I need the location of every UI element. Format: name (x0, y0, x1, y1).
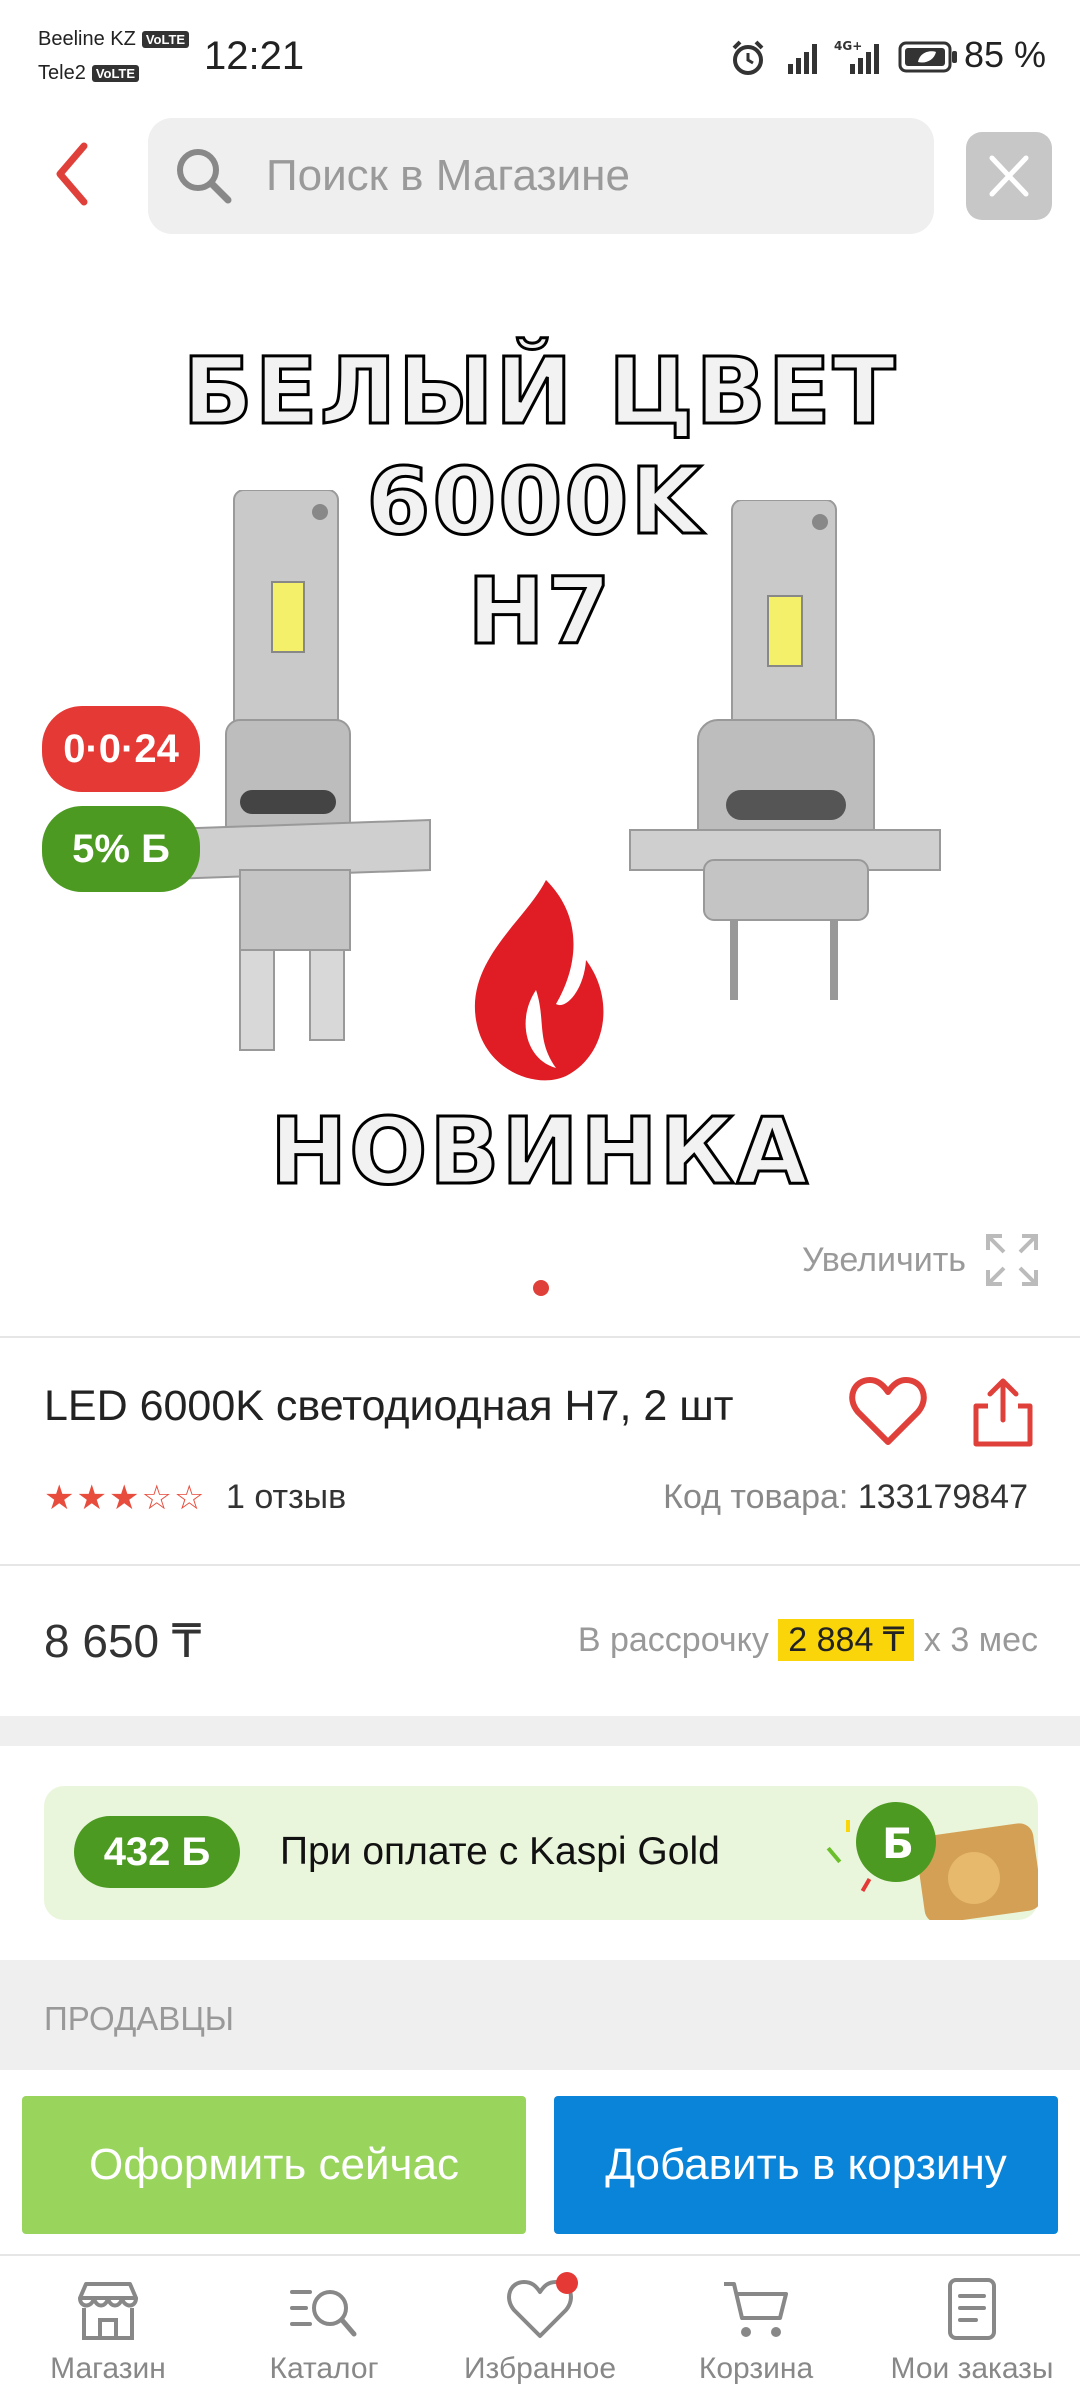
search-input[interactable] (266, 146, 886, 206)
kaspi-gold-card-icon: Б (826, 1802, 1038, 1920)
nav-favorites[interactable]: Избранное (432, 2256, 648, 2400)
checkout-now-button[interactable]: Оформить сейчас (22, 2096, 526, 2234)
bottom-navigation: Магазин Каталог Избранное Корзина Мои за… (0, 2254, 1080, 2400)
installment-info[interactable]: В рассрочку 2 884 ₸ x 3 мес (577, 1619, 1038, 1661)
store-icon (78, 2282, 138, 2340)
nav-label: Магазин (50, 2352, 166, 2385)
carousel-indicator (533, 1280, 549, 1296)
alarm-icon (732, 40, 764, 75)
product-price: 8 650 ₸ (44, 1615, 202, 1667)
carrier-2: Tele2 VoLTE (38, 62, 140, 85)
bonus-amount-badge: 432 Б (74, 1816, 240, 1888)
kaspi-gold-bonus-banner[interactable]: 432 Б При оплате с Kaspi Gold Б (44, 1786, 1038, 1920)
image-text-new: НОВИНКА (269, 1097, 810, 1207)
notification-dot (556, 2272, 578, 2294)
back-arrow-icon[interactable] (44, 134, 114, 214)
star-outline-icon: ☆ (141, 1479, 172, 1517)
favorite-heart-icon[interactable] (848, 1376, 928, 1448)
battery-icon (898, 41, 957, 73)
kaspi-gold-text: При оплате с Kaspi Gold (280, 1830, 720, 1873)
signal-icon (788, 44, 817, 74)
signal-4g-icon: 4G+ (834, 39, 879, 74)
star-icon: ★ (44, 1479, 75, 1517)
installment-prefix: В рассрочку (577, 1621, 769, 1659)
nav-label: Мои заказы (890, 2352, 1054, 2385)
nav-store[interactable]: Магазин (0, 2256, 216, 2400)
installment-term: x 3 мес (923, 1621, 1038, 1659)
flame-icon (474, 880, 604, 1081)
star-outline-icon: ☆ (173, 1479, 205, 1517)
divider (0, 1336, 1080, 1338)
star-icon: ★ (76, 1479, 107, 1517)
status-bar: Beeline KZ VoLTE Tele2 VoLTE 12:21 4G+ 85 … (0, 0, 1080, 118)
nav-label: Корзина (698, 2352, 814, 2385)
cart-icon (724, 2282, 788, 2337)
product-title: LED 6000K светодиодная H7, 2 шт (44, 1382, 734, 1430)
divider (0, 1564, 1080, 1566)
search-bar[interactable] (148, 118, 934, 234)
search-icon (177, 149, 232, 204)
close-icon (989, 155, 1029, 197)
battery-level: 85 % (963, 34, 1046, 75)
svg-text:Б: Б (882, 1819, 914, 1868)
installment-badge: 0·0·24 (42, 706, 200, 792)
installment-amount: 2 884 ₸ (778, 1619, 915, 1661)
sellers-heading: ПРОДАВЦЫ (44, 2000, 234, 2037)
nav-cart[interactable]: Корзина (648, 2256, 864, 2400)
nav-orders[interactable]: Мои заказы (864, 2256, 1080, 2400)
expand-icon (986, 1234, 1038, 1286)
product-image[interactable]: БЕЛЫЙ ЦВЕТ 6000K H7 НОВИНКА 0·0·24 5% Б (0, 260, 1080, 1260)
rating-stars: ★ ★ ★ ☆ ☆ (44, 1478, 204, 1518)
add-to-cart-button[interactable]: Добавить в корзину (554, 2096, 1058, 2234)
orders-icon (948, 2278, 996, 2340)
nav-label: Каталог (269, 2352, 379, 2385)
share-icon[interactable] (970, 1376, 1036, 1448)
product-code-label: Код товара: (663, 1478, 849, 1516)
product-code-value: 133179847 (857, 1478, 1028, 1516)
image-text-line1: БЕЛЫЙ ЦВЕТ (181, 337, 898, 447)
nav-catalog[interactable]: Каталог (216, 2256, 432, 2400)
clear-search-button[interactable] (966, 132, 1052, 220)
zoom-label: Увеличить (802, 1240, 966, 1279)
bonus-badge: 5% Б (42, 806, 200, 892)
network-label: 4G+ (834, 39, 862, 53)
status-time: 12:21 (204, 34, 305, 78)
catalog-search-icon (290, 2290, 357, 2337)
nav-label: Избранное (463, 2352, 617, 2385)
product-code: Код товара: 133179847 (663, 1478, 1028, 1517)
section-separator (0, 1716, 1080, 1746)
zoom-button[interactable]: Увеличить (802, 1232, 1040, 1288)
carrier-1: Beeline KZ VoLTE (38, 28, 190, 51)
reviews-link[interactable]: 1 отзыв (226, 1478, 346, 1517)
star-icon: ★ (108, 1479, 140, 1517)
